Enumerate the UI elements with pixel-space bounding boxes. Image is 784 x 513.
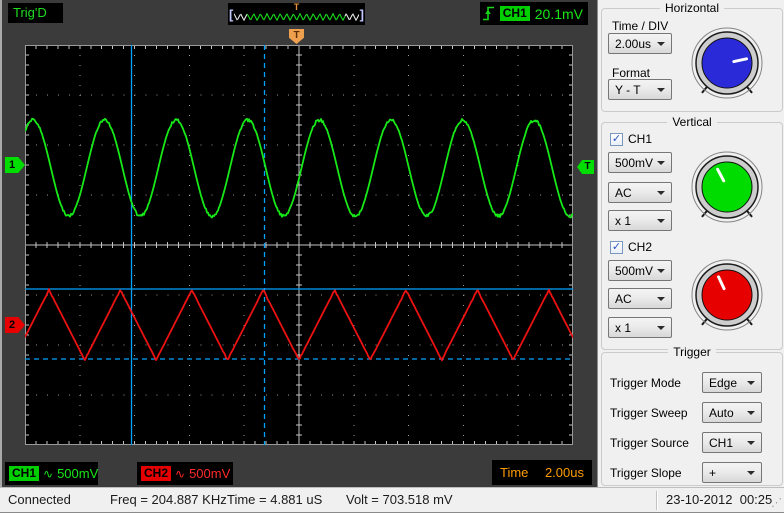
ch2-badge: CH2 [141,466,171,481]
trigger-slope-select[interactable]: + [702,462,762,483]
trigger-horizontal-position-marker[interactable]: T [289,29,304,44]
ch2-enable-row: ✓ CH2 [610,240,652,254]
format-label: Format [612,66,650,80]
time-div-label: Time / DIV [612,19,668,33]
scope-plot-svg [25,45,573,445]
ch2-probe-value: x 1 [615,321,631,335]
preview-left-bracket: [ [229,6,233,24]
time-measurement: Time = 4.881 uS [227,492,322,507]
time-label: Time [500,465,528,480]
dropdown-arrow-icon [657,326,665,330]
dropdown-arrow-icon [657,88,665,92]
trigger-slope-label: Trigger Slope [610,466,682,480]
preview-trigger-position-marker[interactable]: T [294,2,300,12]
datetime-display: 23-10-2012 00:25 [666,492,772,507]
status-separator [656,491,658,510]
oscilloscope-app-window: Trig'D [ ] T CH1 20.1mV 1 2 T T CH1 ∿ [0,0,784,513]
dropdown-arrow-icon [747,471,755,475]
ch1-badge: CH1 [9,466,39,481]
ch1-volts-div: 500mV [57,466,98,481]
frequency-measurement: Freq = 204.887 KHz [110,492,227,507]
ch2-volts-value: 500mV [615,264,653,278]
window-frame-edge [0,0,2,487]
ch1-enable-row: ✓ CH1 [610,132,652,146]
dropdown-arrow-icon [657,161,665,165]
dropdown-arrow-icon [747,381,755,385]
ch1-position-knob[interactable] [685,145,769,229]
trigger-sweep-select[interactable]: Auto [702,402,762,423]
ch1-probe-value: x 1 [615,214,631,228]
ch2-checkbox-label: CH2 [628,240,652,254]
vertical-group: Vertical ✓ CH1 500mV AC x 1 ✓ CH2 [601,122,783,350]
control-panel: Horizontal Time / DIV 2.00us Format Y - … [597,0,784,487]
ch2-coupling-select[interactable]: AC [608,288,672,309]
preview-waveform [234,10,359,24]
ch2-coupling-icon: ∿ [175,467,185,481]
ch1-coupling-value: AC [615,186,632,200]
ch2-volts-div: 500mV [189,466,230,481]
dropdown-arrow-icon [657,297,665,301]
ch1-coupling-select[interactable]: AC [608,182,672,203]
time-value: 2.00us [545,465,584,480]
trigger-mode-select[interactable]: Edge [702,372,762,393]
horizontal-group-title: Horizontal [660,1,724,15]
dropdown-arrow-icon [657,219,665,223]
trigger-source-value: CH1 [709,436,733,450]
ch1-position-marker[interactable]: 1 [5,157,25,173]
horizontal-group: Horizontal Time / DIV 2.00us Format Y - … [601,8,783,112]
time-div-select[interactable]: 2.00us [608,33,672,54]
format-value: Y - T [615,83,641,97]
horizontal-position-knob[interactable] [685,21,769,105]
vertical-group-title: Vertical [667,115,716,129]
edge-trigger-icon [482,4,495,23]
trigger-slope-value: + [709,466,716,480]
ch1-probe-select[interactable]: x 1 [608,210,672,231]
dropdown-arrow-icon [747,411,755,415]
ch1-scale-readout: CH1 ∿ 500mV [5,462,98,485]
trigger-group: Trigger Trigger Mode Edge Trigger Sweep … [601,352,783,486]
voltage-measurement: Volt = 703.518 mV [346,492,453,507]
trigger-source-select[interactable]: CH1 [702,432,762,453]
time-div-value: 2.00us [615,37,651,51]
trigger-source-badge: CH1 [500,6,530,21]
status-bar: Connected Freq = 204.887 KHz Time = 4.88… [0,487,784,513]
ch2-coupling-value: AC [615,292,632,306]
ch1-volts-select[interactable]: 500mV [608,152,672,173]
ch2-checkbox[interactable]: ✓ [610,241,623,254]
scope-graticule[interactable] [25,45,573,445]
trigger-sweep-value: Auto [709,406,734,420]
trigger-mode-value: Edge [709,376,737,390]
trigger-level-value: 20.1mV [535,6,583,22]
ch2-scale-readout: CH2 ∿ 500mV [137,462,233,485]
connection-status: Connected [8,492,71,507]
trigger-level-marker[interactable]: T [577,160,594,174]
trigger-sweep-label: Trigger Sweep [610,406,688,420]
ch1-checkbox-label: CH1 [628,132,652,146]
ch1-checkbox[interactable]: ✓ [610,133,623,146]
ch1-coupling-icon: ∿ [43,467,53,481]
dropdown-arrow-icon [657,191,665,195]
resize-grip-icon[interactable]: ⋰ [771,496,782,509]
ch2-position-marker[interactable]: 2 [5,317,25,333]
trigger-mode-label: Trigger Mode [610,376,681,390]
ch2-probe-select[interactable]: x 1 [608,317,672,338]
trigger-level-readout: CH1 20.1mV [480,2,588,25]
format-select[interactable]: Y - T [608,79,672,100]
trigger-source-label: Trigger Source [610,436,689,450]
dropdown-arrow-icon [657,42,665,46]
timebase-readout: Time 2.00us [492,460,592,485]
preview-right-bracket: ] [360,6,364,24]
ch2-position-knob[interactable] [685,253,769,337]
waveform-preview-strip[interactable]: [ ] T [228,3,365,25]
dropdown-arrow-icon [747,441,755,445]
scope-display-region: Trig'D [ ] T CH1 20.1mV 1 2 T T CH1 ∿ [0,0,597,487]
trigger-status-readout: Trig'D [8,3,63,23]
ch2-volts-select[interactable]: 500mV [608,260,672,281]
ch1-volts-value: 500mV [615,156,653,170]
dropdown-arrow-icon [657,269,665,273]
